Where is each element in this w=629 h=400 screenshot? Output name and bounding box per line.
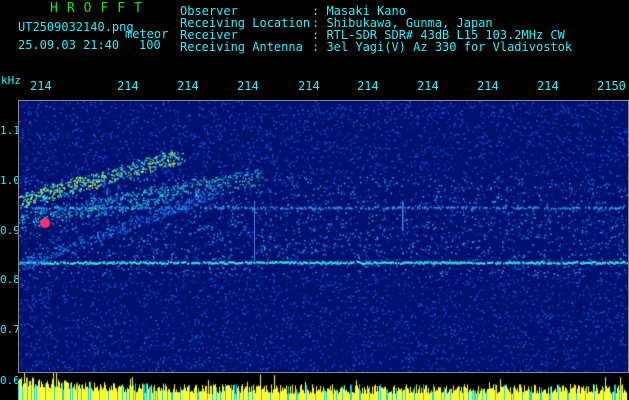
hrofft-spectrogram-window: HROFFT UT2509032140.png meteor 25.09.03 … bbox=[0, 0, 629, 400]
datetime-label: 25.09.03 21:40 bbox=[18, 38, 120, 52]
y-tick-label: 1.1 bbox=[0, 124, 20, 137]
x-tick-label: 214 bbox=[537, 79, 559, 93]
y-tick-label: 0.7 bbox=[0, 323, 20, 336]
y-tick-label: 0.9 bbox=[0, 224, 20, 237]
y-unit-label: kHz bbox=[1, 74, 21, 87]
x-tick-label: 214 bbox=[237, 79, 259, 93]
y-tick-label: 1.0 bbox=[0, 174, 20, 187]
y-tick-label: 0.6 bbox=[0, 374, 20, 387]
amplitude-bar-strip bbox=[18, 373, 627, 400]
info-value-antenna: : 3el Yagi(V) Az 330 for Vladivostok bbox=[312, 40, 573, 54]
program-title: HROFFT bbox=[50, 1, 151, 16]
x-tick-label: 214 bbox=[298, 79, 320, 93]
x-tick-label: 214 bbox=[177, 79, 199, 93]
x-tick-label: 214 bbox=[357, 79, 379, 93]
x-tick-label: 214 bbox=[117, 79, 139, 93]
gain-label: 100 bbox=[139, 38, 161, 52]
x-tick-label: 214 bbox=[477, 79, 499, 93]
spectrogram-plot bbox=[18, 100, 629, 373]
filename-label: UT2509032140.png bbox=[18, 20, 134, 34]
y-tick-label: 0.8 bbox=[0, 273, 20, 286]
x-tick-label: 214 bbox=[417, 79, 439, 93]
x-tick-label: 2150 bbox=[597, 79, 626, 93]
x-tick-label: 214 bbox=[30, 79, 52, 93]
info-label-antenna: Receiving Antenna bbox=[180, 40, 303, 54]
spectrogram-canvas bbox=[19, 101, 628, 372]
